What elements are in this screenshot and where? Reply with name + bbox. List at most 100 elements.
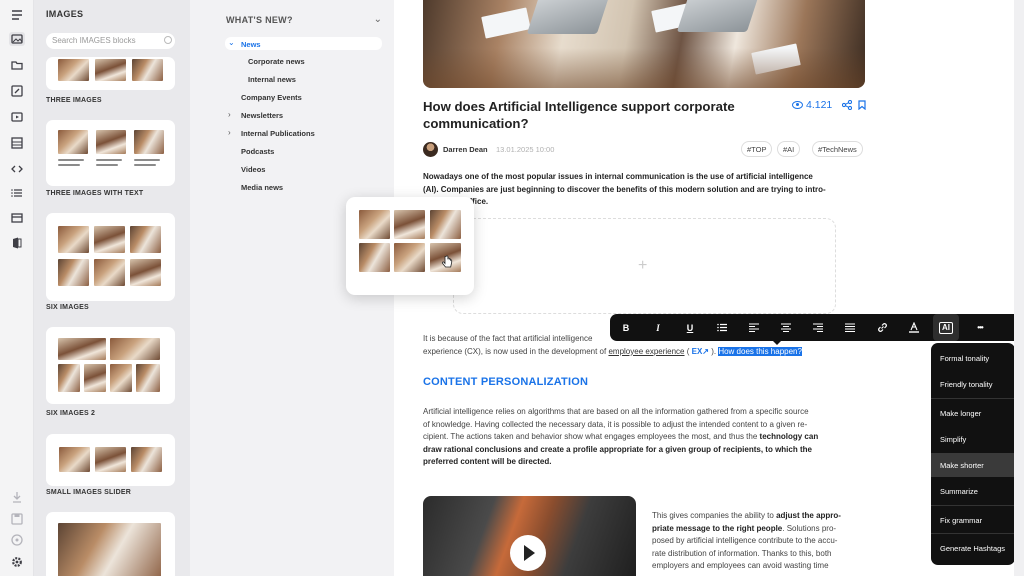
hero-image[interactable] xyxy=(423,0,865,88)
paragraph-text: experience (CX), is now used in the deve… xyxy=(423,346,607,356)
align-left-icon[interactable] xyxy=(744,314,764,341)
paragraph-text: Artificial intelligence relies on algori… xyxy=(423,407,809,416)
block-six-images[interactable] xyxy=(46,213,175,301)
history-icon[interactable] xyxy=(9,533,25,547)
block-three-images[interactable] xyxy=(46,57,175,90)
paragraph-bold-text: preferred content will be directed. xyxy=(423,457,552,467)
paragraph-text: cipient. The actions taken and behavior … xyxy=(423,432,758,442)
tag-technews[interactable]: #TechNews xyxy=(812,141,863,157)
edit-icon[interactable] xyxy=(9,84,25,98)
paragraph-bold-text: draw rational conclusions and create a p… xyxy=(423,444,812,454)
chevron-down-icon[interactable]: ⌄ xyxy=(228,38,235,47)
nav-item-podcasts[interactable]: Podcasts xyxy=(241,147,274,156)
search-input[interactable]: Search IMAGES blocks xyxy=(46,33,175,49)
block-large-image[interactable] xyxy=(46,512,175,576)
video-icon[interactable] xyxy=(9,110,25,124)
article: How does Artificial Intelligence support… xyxy=(394,0,1024,576)
article-title: How does Artificial Intelligence support… xyxy=(423,99,735,131)
align-center-icon[interactable] xyxy=(776,314,796,341)
text-color-icon[interactable] xyxy=(904,314,924,341)
toolbar-caret xyxy=(772,340,782,345)
ai-summarize[interactable]: Summarize xyxy=(931,479,1015,503)
lead-paragraph[interactable]: Nowadays one of the most popular issues … xyxy=(423,171,865,209)
nav-item-videos[interactable]: Videos xyxy=(241,165,265,174)
author-name[interactable]: Darren Dean xyxy=(443,145,488,154)
block-three-images-text[interactable] xyxy=(46,120,175,186)
code-icon[interactable] xyxy=(9,162,25,176)
nav-item-internal-publications[interactable]: Internal Publications xyxy=(241,129,315,138)
ai-simplify[interactable]: Simplify xyxy=(931,427,1015,451)
paragraph-text: posed by artificial intelligence contrib… xyxy=(652,536,838,546)
ai-fix-grammar[interactable]: Fix grammar xyxy=(931,508,1015,532)
block-label: THREE IMAGES WITH TEXT xyxy=(46,190,144,197)
ai-friendly-tonality[interactable]: Friendly tonality xyxy=(931,372,1015,396)
menu-divider xyxy=(931,398,1015,399)
chevron-right-icon[interactable]: › xyxy=(228,128,231,137)
formatting-toolbar: B I U AI ••• xyxy=(610,314,1024,341)
chevron-right-icon[interactable]: › xyxy=(228,110,231,119)
nav-item-media-news[interactable]: Media news xyxy=(241,183,283,192)
settings-icon[interactable] xyxy=(9,555,25,569)
employee-experience-link[interactable]: employee experience xyxy=(608,347,684,356)
nav-item-internal-news[interactable]: Internal news xyxy=(248,75,296,84)
tag-top[interactable]: #TOP xyxy=(741,141,773,157)
folder-icon[interactable] xyxy=(9,58,25,72)
office-icon[interactable] xyxy=(9,236,25,250)
ai-menu: Formal tonality Friendly tonality Make l… xyxy=(931,343,1015,565)
lead-line: (AI). Companies are just beginning to di… xyxy=(423,184,826,194)
menu-divider xyxy=(931,505,1015,506)
image-icon[interactable] xyxy=(9,32,25,46)
menu-divider xyxy=(931,533,1015,534)
avatar xyxy=(423,142,438,157)
ai-button[interactable]: AI xyxy=(933,314,959,341)
nav-item-company-events[interactable]: Company Events xyxy=(241,93,302,102)
bullet-list-icon[interactable] xyxy=(712,314,732,341)
block-small-images-slider[interactable] xyxy=(46,434,175,486)
bookmark-icon[interactable] xyxy=(857,100,867,110)
block-six-images-2[interactable] xyxy=(46,327,175,404)
image-dropzone[interactable]: + xyxy=(453,218,836,314)
layout-icon[interactable] xyxy=(9,211,25,225)
bold-button[interactable]: B xyxy=(616,314,636,341)
list-icon[interactable] xyxy=(9,186,25,200)
external-link-icon: ↗ xyxy=(702,346,709,356)
nav-item-corporate-news[interactable]: Corporate news xyxy=(248,57,305,66)
ai-formal-tonality[interactable]: Formal tonality xyxy=(931,346,1015,370)
play-icon[interactable] xyxy=(510,535,546,571)
block-label: SIX IMAGES xyxy=(46,304,89,311)
align-right-icon[interactable] xyxy=(808,314,828,341)
save-icon[interactable] xyxy=(9,512,25,526)
align-justify-icon[interactable] xyxy=(840,314,860,341)
lead-line: Nowadays one of the most popular issues … xyxy=(423,172,813,181)
plus-icon: + xyxy=(638,257,648,274)
download-icon[interactable] xyxy=(9,490,25,504)
ai-make-longer[interactable]: Make longer xyxy=(931,401,1015,425)
ex-link[interactable]: EX xyxy=(692,347,703,356)
paragraph-2[interactable]: Artificial intelligence relies on algori… xyxy=(423,406,865,469)
selected-text[interactable]: How does this happen? xyxy=(718,346,802,356)
share-icon[interactable] xyxy=(842,100,852,110)
ai-generate-hashtags[interactable]: Generate Hashtags xyxy=(931,536,1015,560)
ai-make-shorter[interactable]: Make shorter xyxy=(931,453,1015,477)
table-icon[interactable] xyxy=(9,136,25,150)
search-icon xyxy=(164,36,172,44)
nav-item-news[interactable]: News xyxy=(225,37,382,50)
icon-rail xyxy=(0,0,34,576)
underline-button[interactable]: U xyxy=(680,314,700,341)
paragraph-text: employers and employees can avoid wastin… xyxy=(652,561,829,571)
paragraph-text: of knowledge. Having collected the neces… xyxy=(423,419,808,429)
paragraph-text: It is because of the fact that artificia… xyxy=(423,334,593,343)
nav-title: WHAT'S NEW? xyxy=(226,15,293,25)
views-counter: 4.121 xyxy=(792,99,832,111)
menu-icon[interactable] xyxy=(9,8,25,22)
nav-item-newsletters[interactable]: Newsletters xyxy=(241,111,283,120)
panel-title: IMAGES xyxy=(46,9,84,19)
more-icon[interactable]: ••• xyxy=(970,314,990,341)
paragraph-bold-text: technology can xyxy=(759,432,819,442)
italic-button[interactable]: I xyxy=(648,314,668,341)
paragraph-3[interactable]: This gives companies the ability to adju… xyxy=(652,510,866,573)
chevron-down-icon[interactable]: ⌄ xyxy=(374,14,382,25)
drag-preview-six-images[interactable] xyxy=(346,197,474,295)
tag-ai[interactable]: #AI xyxy=(777,141,801,157)
link-icon[interactable] xyxy=(872,314,892,341)
